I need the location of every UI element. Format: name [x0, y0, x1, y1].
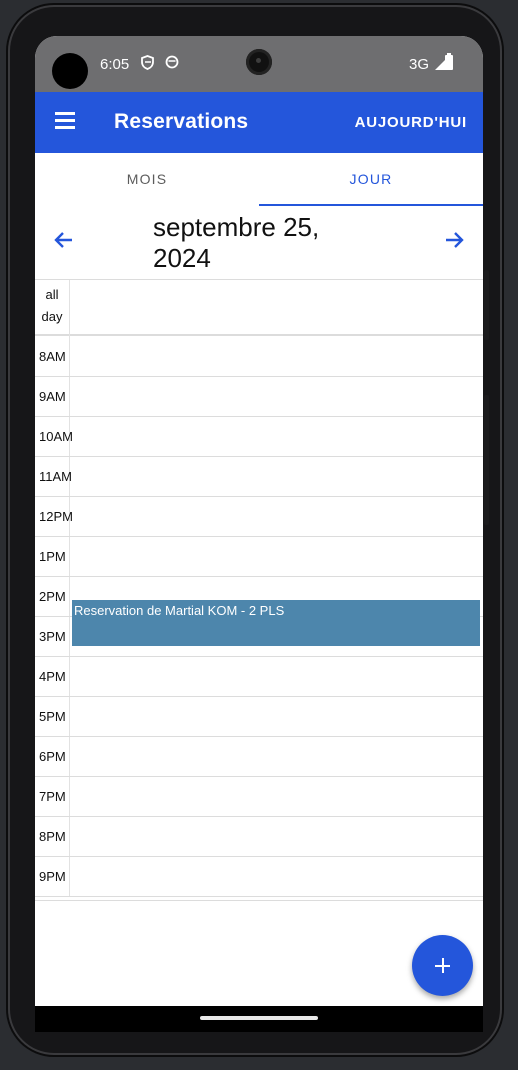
- hour-label: 9PM: [39, 869, 66, 884]
- event-title: Reservation de Martial KOM - 2 PLS: [74, 603, 285, 618]
- navigation-bar: [35, 1006, 483, 1032]
- hour-label: 4PM: [39, 669, 66, 684]
- front-camera: [246, 49, 272, 75]
- hour-row[interactable]: 9AM: [35, 376, 483, 417]
- hour-row[interactable]: 12PM: [35, 496, 483, 537]
- tab-day[interactable]: JOUR: [259, 153, 483, 206]
- hour-row[interactable]: 10AM: [35, 416, 483, 457]
- hour-row[interactable]: 9PM: [35, 856, 483, 897]
- hour-label: 10AM: [39, 429, 73, 444]
- hour-label: 3PM: [39, 629, 66, 644]
- hour-row[interactable]: 8AM: [35, 336, 483, 377]
- arrow-left-icon[interactable]: [52, 228, 76, 252]
- camera-cutout: [52, 53, 88, 89]
- day-calendar: all day 8AM 9AM 10AM 11AM 12PM 1PM 2PM 3…: [35, 279, 483, 901]
- hour-label: 2PM: [39, 589, 66, 604]
- hour-label: 8AM: [39, 349, 66, 364]
- all-day-row[interactable]: all day: [35, 280, 483, 336]
- arrow-right-icon[interactable]: [442, 228, 466, 252]
- hour-row[interactable]: 1PM: [35, 536, 483, 577]
- status-time: 6:05: [100, 56, 130, 73]
- hour-row[interactable]: 6PM: [35, 736, 483, 777]
- hour-label: 5PM: [39, 709, 66, 724]
- tab-month[interactable]: MOIS: [35, 153, 259, 206]
- hour-label: 11AM: [39, 469, 72, 484]
- date-header: septembre 25, 2024: [35, 206, 483, 279]
- hour-label: 9AM: [39, 389, 66, 404]
- hour-label: 7PM: [39, 789, 66, 804]
- shield-icon: [141, 55, 154, 73]
- all-day-label: all day: [41, 287, 63, 324]
- network-type: 3G: [408, 56, 429, 73]
- hour-label: 1PM: [39, 549, 66, 564]
- power-button: [484, 270, 489, 340]
- hour-row[interactable]: 7PM: [35, 776, 483, 817]
- app-title: Reservations: [114, 110, 249, 133]
- notification-icon: [165, 55, 179, 72]
- hour-row[interactable]: 4PM: [35, 656, 483, 697]
- battery-icon: [445, 53, 453, 70]
- app-bar: Reservations AUJOURD'HUI: [35, 92, 483, 153]
- hour-label: 8PM: [39, 829, 66, 844]
- hour-row[interactable]: 8PM: [35, 816, 483, 857]
- status-bar: 6:05 3G: [35, 36, 483, 92]
- hour-row[interactable]: 11AM: [35, 456, 483, 497]
- volume-button: [484, 395, 489, 525]
- hour-label: 6PM: [39, 749, 66, 764]
- plus-icon[interactable]: [412, 935, 473, 996]
- home-gesture-handle[interactable]: [200, 1016, 318, 1020]
- phone-frame: 6:05 3G Reservations AUJOURD'HUI MOIS JO…: [8, 5, 502, 1055]
- date-title: septembre 25, 2024: [153, 212, 320, 273]
- hour-row[interactable]: 5PM: [35, 696, 483, 737]
- today-button[interactable]: AUJOURD'HUI: [355, 114, 467, 131]
- view-tabs: MOIS JOUR: [35, 153, 483, 206]
- screen: 6:05 3G Reservations AUJOURD'HUI MOIS JO…: [35, 36, 483, 1032]
- event-reservation[interactable]: Reservation de Martial KOM - 2 PLS: [72, 600, 480, 646]
- hour-label: 12PM: [39, 509, 73, 524]
- menu-icon[interactable]: [55, 112, 75, 129]
